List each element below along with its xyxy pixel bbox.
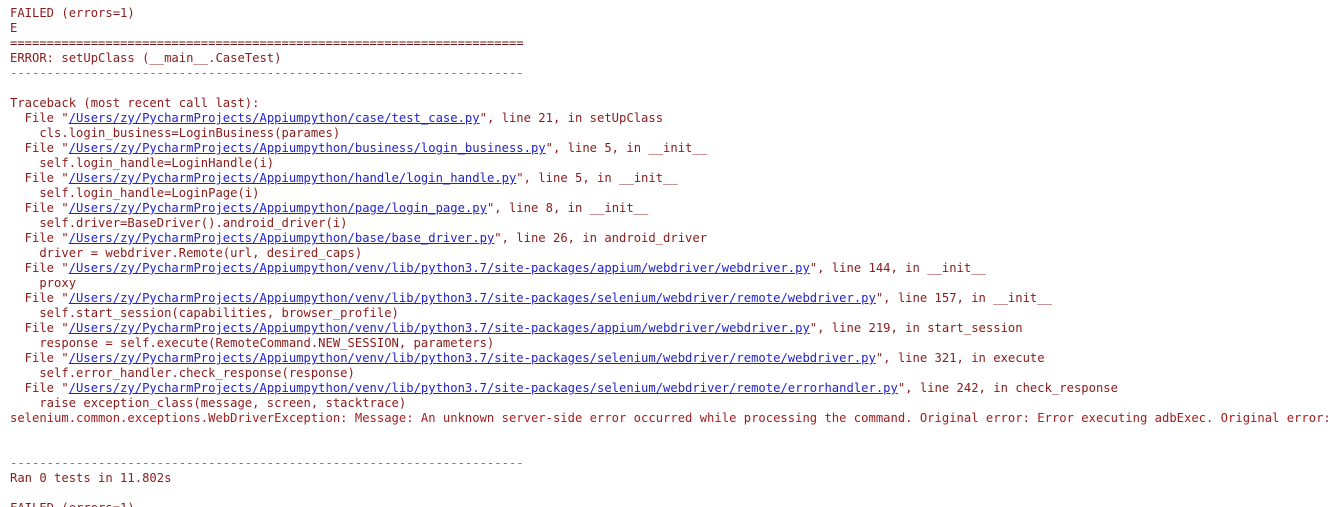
file-path-link[interactable]: /Users/zy/PycharmProjects/Appiumpython/v… <box>69 261 810 275</box>
file-path-link[interactable]: /Users/zy/PycharmProjects/Appiumpython/v… <box>69 381 898 395</box>
frame-suffix: ", line 5, in __init__ <box>516 171 678 185</box>
traceback-source-line: raise exception_class(message, screen, s… <box>10 396 407 410</box>
traceback-source-line: self.driver=BaseDriver().android_driver(… <box>10 216 348 230</box>
traceback-frame-line: File "/Users/zy/PycharmProjects/Appiumpy… <box>0 201 1330 216</box>
file-path-link[interactable]: /Users/zy/PycharmProjects/Appiumpython/b… <box>69 231 495 245</box>
file-path-link[interactable]: /Users/zy/PycharmProjects/Appiumpython/v… <box>69 321 810 335</box>
traceback-source-line: response = self.execute(RemoteCommand.NE… <box>10 336 495 350</box>
test-run-summary: Ran 0 tests in 11.802s <box>10 471 172 485</box>
frame-suffix: ", line 219, in start_session <box>809 321 1023 335</box>
traceback-source-line: self.login_handle=LoginHandle(i) <box>10 156 275 170</box>
traceback-frame-line: File "/Users/zy/PycharmProjects/Appiumpy… <box>0 231 1330 246</box>
traceback-frame-line: File "/Users/zy/PycharmProjects/Appiumpy… <box>0 111 1330 126</box>
traceback-frame-line: File "/Users/zy/PycharmProjects/Appiumpy… <box>0 381 1330 396</box>
frame-suffix: ", line 8, in __init__ <box>486 201 649 215</box>
frame-prefix: File " <box>10 141 69 155</box>
traceback-frame-line: File "/Users/zy/PycharmProjects/Appiumpy… <box>0 291 1330 306</box>
frame-prefix: File " <box>10 321 69 335</box>
status-line: FAILED (errors=1) <box>0 501 1330 507</box>
separator-dashes: ----------------------------------------… <box>10 456 524 470</box>
frame-prefix: File " <box>10 381 69 395</box>
separator-dashes: ----------------------------------------… <box>10 66 524 80</box>
frame-suffix: ", line 21, in setUpClass <box>479 111 664 125</box>
run-console-output[interactable]: FAILED (errors=1) E ======================… <box>0 0 1330 507</box>
frame-suffix: ", line 5, in __init__ <box>545 141 708 155</box>
file-path-link[interactable]: /Users/zy/PycharmProjects/Appiumpython/b… <box>69 141 546 155</box>
traceback-frame-line: File "/Users/zy/PycharmProjects/Appiumpy… <box>0 171 1330 186</box>
frame-prefix: File " <box>10 261 69 275</box>
frame-prefix: File " <box>10 171 69 185</box>
traceback-frame-line: File "/Users/zy/PycharmProjects/Appiumpy… <box>0 261 1330 276</box>
error-header-line: ERROR: setUpClass (__main__.CaseTest) <box>10 51 282 65</box>
frame-suffix: ", line 157, in __init__ <box>875 291 1052 305</box>
status-line: E <box>10 21 18 35</box>
frame-suffix: ", line 321, in execute <box>875 351 1045 365</box>
frame-prefix: File " <box>10 351 69 365</box>
file-path-link[interactable]: /Users/zy/PycharmProjects/Appiumpython/p… <box>69 201 487 215</box>
traceback-source-line: driver = webdriver.Remote(url, desired_c… <box>10 246 363 260</box>
frame-suffix: ", line 26, in android_driver <box>494 231 708 245</box>
traceback-source-line: self.error_handler.check_response(respon… <box>10 366 355 380</box>
frame-suffix: ", line 242, in check_response <box>897 381 1118 395</box>
traceback-frame-line: File "/Users/zy/PycharmProjects/Appiumpy… <box>0 141 1330 156</box>
traceback-source-line: proxy <box>10 276 77 290</box>
traceback-source-line: self.start_session(capabilities, browser… <box>10 306 399 320</box>
file-path-link[interactable]: /Users/zy/PycharmProjects/Appiumpython/v… <box>69 291 876 305</box>
frame-prefix: File " <box>10 291 69 305</box>
frame-prefix: File " <box>10 231 69 245</box>
traceback-source-line: cls.login_business=LoginBusiness(parames… <box>10 126 341 140</box>
frame-prefix: File " <box>10 111 69 125</box>
file-path-link[interactable]: /Users/zy/PycharmProjects/Appiumpython/h… <box>69 171 517 185</box>
file-path-link[interactable]: /Users/zy/PycharmProjects/Appiumpython/v… <box>69 351 876 365</box>
traceback-frame-line: File "/Users/zy/PycharmProjects/Appiumpy… <box>0 351 1330 366</box>
status-line: FAILED (errors=1) <box>10 6 135 20</box>
frame-suffix: ", line 144, in __init__ <box>809 261 986 275</box>
separator-equals: ========================================… <box>10 36 524 50</box>
status-line: Traceback (most recent call last): <box>10 96 260 110</box>
exception-message-line: selenium.common.exceptions.WebDriverExce… <box>10 411 1330 425</box>
file-path-link[interactable]: /Users/zy/PycharmProjects/Appiumpython/c… <box>69 111 480 125</box>
traceback-frame-line: File "/Users/zy/PycharmProjects/Appiumpy… <box>0 321 1330 336</box>
frame-prefix: File " <box>10 201 69 215</box>
traceback-source-line: self.login_handle=LoginPage(i) <box>10 186 260 200</box>
